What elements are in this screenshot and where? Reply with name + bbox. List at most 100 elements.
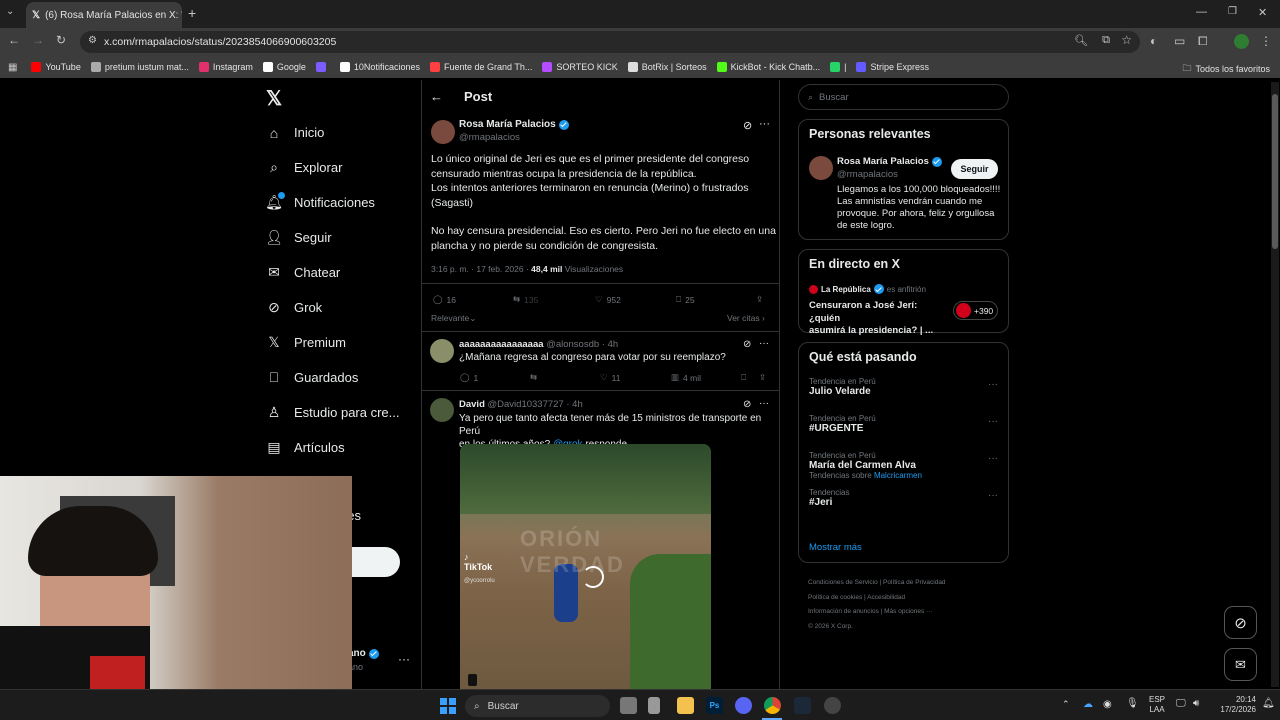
nav-item-6[interactable]: 𝕏 Premium [266, 325, 416, 360]
bookmark-button[interactable]: ⎕ [741, 372, 746, 383]
repost-button[interactable]: ⇆ [530, 372, 537, 383]
live-title[interactable]: Censuraron a José Jerí: ¿quién asumirá la… [809, 300, 949, 338]
back-arrow-icon[interactable]: ← [430, 89, 443, 104]
browser-tab[interactable]: 𝕏 (6) Rosa María Palacios en X: "L ✕ [26, 2, 182, 28]
bookmark-item[interactable]: SORTEO KICK [542, 62, 618, 72]
avatar[interactable] [430, 398, 454, 422]
grok-icon[interactable]: ⊘ [743, 339, 751, 350]
bookmark-button[interactable]: ⎕ 25 [676, 294, 695, 305]
account-more-icon[interactable]: ··· [398, 652, 410, 666]
minimize-icon[interactable]: — [1196, 6, 1207, 18]
views-button[interactable]: ▥ 4 mil [671, 372, 701, 383]
tray-app-icon[interactable]: ◉ [1103, 699, 1112, 710]
relevant-name[interactable]: Rosa María Palacios [837, 156, 942, 167]
post-author[interactable]: Rosa María Palacios [459, 119, 569, 130]
footer-link[interactable]: Política de cookies [808, 594, 862, 601]
bookmark-item[interactable]: | [830, 62, 846, 72]
nav-item-7[interactable]: ⎕ Guardados [266, 360, 416, 395]
input-language[interactable]: ESP LAA [1149, 695, 1165, 715]
like-button[interactable]: ♡ 952 [595, 294, 621, 305]
discord-icon[interactable] [735, 697, 752, 714]
trend-item[interactable]: Tendencias #Jeri ··· [809, 488, 1004, 525]
volume-icon[interactable]: 🔊︎ [1193, 698, 1199, 709]
nav-item-5[interactable]: ⊘ Grok [266, 290, 416, 325]
trend-item[interactable]: Tendencia en Perú María del Carmen Alva Te… [809, 451, 1004, 488]
follow-button[interactable]: Seguir [951, 159, 998, 179]
steam-icon[interactable] [794, 697, 811, 714]
x-home-logo[interactable]: 𝕏 [266, 86, 282, 111]
microphone-icon[interactable]: 🎙︎ [1126, 698, 1139, 709]
all-bookmarks[interactable]: 🗀 Todos los favoritos [1182, 61, 1270, 77]
task-view-icon[interactable] [620, 697, 637, 714]
messages-float-button[interactable]: ✉ [1224, 648, 1257, 681]
new-tab-icon[interactable]: + [188, 5, 196, 21]
apps-grid-icon[interactable]: ▦ [8, 62, 17, 73]
bookmark-item[interactable]: Fuente de Grand Th... [429, 62, 532, 72]
post-handle[interactable]: @rmapalacios [459, 132, 520, 143]
settings-gear-icon[interactable] [824, 697, 841, 714]
bookmark-item[interactable]: YouTube [31, 62, 81, 72]
share-button[interactable]: ⇪ [756, 294, 763, 305]
nav-item-4[interactable]: ✉ Chatear [266, 255, 416, 290]
grok-icon[interactable]: ⊘ [743, 119, 752, 132]
video-control-icon[interactable] [468, 674, 477, 686]
maximize-icon[interactable]: ❐ [1228, 6, 1237, 17]
post-more-icon[interactable]: ··· [759, 118, 770, 130]
reply-more-icon[interactable]: ··· [759, 398, 769, 409]
search-box[interactable]: ⌕ Buscar [798, 84, 1009, 110]
bookmark-item[interactable]: BotRix | Sorteos [627, 62, 707, 72]
trend-more-icon[interactable]: ··· [988, 416, 998, 427]
footer-link[interactable]: Accesibilidad [867, 594, 905, 601]
bookmark-item[interactable]: pretium iustum mat... [90, 62, 189, 72]
photoshop-icon[interactable]: Ps [706, 697, 723, 714]
onedrive-icon[interactable]: ☁ [1083, 699, 1093, 710]
page-scrollbar[interactable] [1271, 82, 1279, 687]
chrome-menu-icon[interactable]: ⋮ [1260, 34, 1272, 48]
clock[interactable]: 20:14 17/2/2026 [1210, 695, 1256, 715]
footer-link[interactable]: Política de Privacidad [883, 579, 946, 586]
live-host[interactable]: La República es anfitrión [809, 284, 926, 294]
forward-icon[interactable]: → [32, 33, 44, 47]
bookmark-item[interactable]: Instagram [198, 62, 253, 72]
video-thumbnail[interactable]: ORIÓN VERDAD ♪ TikTok @ycoorrolu [460, 444, 711, 689]
media-icon[interactable]: ▭ [1174, 34, 1185, 48]
tray-chevron-icon[interactable]: ⌃ [1062, 699, 1070, 710]
reply-more-icon[interactable]: ··· [759, 338, 769, 349]
like-button[interactable]: ♡ 11 [600, 372, 620, 383]
nav-item-9[interactable]: ▤ Artículos [266, 430, 416, 465]
repost-button[interactable]: ⇆ 135 [513, 294, 538, 305]
bookmark-star-icon[interactable]: ☆ [1121, 33, 1132, 47]
back-icon[interactable]: ← [8, 33, 20, 47]
avatar[interactable] [809, 156, 833, 180]
nav-item-1[interactable]: ⌕ Explorar [266, 150, 416, 185]
nav-item-0[interactable]: ⌂ Inicio [266, 115, 416, 150]
reload-icon[interactable]: ↻ [56, 33, 66, 47]
view-quotes-link[interactable]: Ver citas › [727, 313, 765, 323]
nav-item-3[interactable]: 👤︎ Seguir [265, 220, 416, 255]
network-icon[interactable]: 🖵 [1176, 698, 1186, 709]
bookmark-item[interactable]: Google [262, 62, 306, 72]
trend-extra-link[interactable]: Malcricarmen [874, 471, 922, 480]
trend-item[interactable]: Tendencia en Perú #URGENTE ··· [809, 414, 1004, 451]
avatar[interactable] [431, 120, 455, 144]
notifications-bell-icon[interactable]: 🔔︎ [1262, 698, 1275, 709]
bookmark-item[interactable]: Stripe Express [856, 62, 929, 72]
taskbar-search[interactable]: ⌕ Buscar [465, 695, 610, 717]
nav-item-8[interactable]: ♙ Estudio para cre... [266, 395, 416, 430]
nav-item-2[interactable]: 🔔︎ Notificaciones [265, 185, 416, 220]
windows-start-icon[interactable] [440, 698, 456, 714]
extensions-puzzle-icon[interactable]: ⧠ [1198, 34, 1208, 49]
extension-icon[interactable]: ◐ [1150, 34, 1157, 48]
footer-link[interactable]: Información de anuncios [808, 608, 879, 615]
trend-item[interactable]: Tendencia en Perú Julio Velarde ··· [809, 377, 1004, 414]
bookmark-item[interactable]: KickBot - Kick Chatb... [716, 62, 820, 72]
reply-button[interactable]: ◯ 1 [460, 372, 478, 383]
account-switcher[interactable]: ano [348, 648, 379, 659]
address-bar[interactable]: ⚙ x.com/rmapalacios/status/2023854066900… [80, 31, 1140, 53]
reply-button[interactable]: ◯ 16 [433, 294, 456, 305]
grok-float-button[interactable]: ⊘ [1224, 606, 1257, 639]
chrome-icon[interactable] [764, 697, 781, 714]
close-window-icon[interactable]: ✕ [1258, 6, 1267, 19]
tab-search-icon[interactable]: ⌄ [6, 6, 14, 17]
scrollbar-thumb[interactable] [1272, 94, 1278, 249]
